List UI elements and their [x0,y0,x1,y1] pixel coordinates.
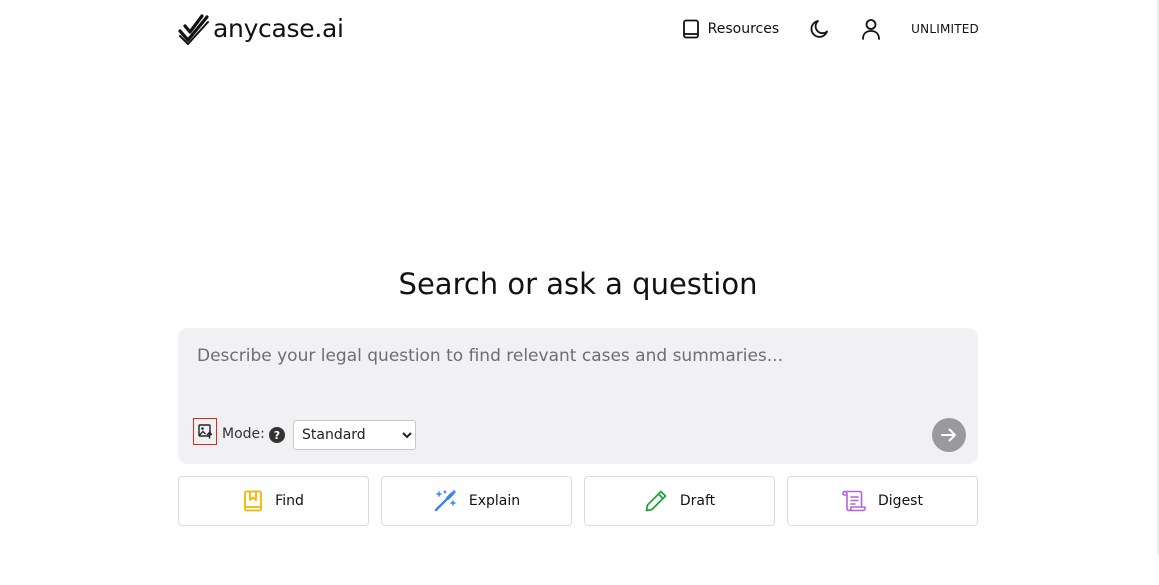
resources-label: Resources [707,21,780,37]
arrow-right-icon [941,428,956,442]
user-icon [862,19,881,40]
bookmark-book-icon [244,490,263,512]
draft-label: Draft [679,493,716,509]
digest-label: Digest [878,493,923,509]
explain-card[interactable]: Explain [381,476,572,526]
find-label: Find [275,493,304,509]
question-input[interactable] [197,346,957,416]
pencil-icon [645,490,667,512]
account-button[interactable] [861,18,881,40]
help-icon[interactable]: ? [269,427,285,443]
scroll-icon [842,490,866,512]
mode-select[interactable]: Standard [293,420,416,450]
page-title: Search or ask a question [398,267,758,301]
magic-wand-icon [434,489,457,512]
moon-icon [810,20,829,38]
digest-card[interactable]: Digest [787,476,978,526]
mode-label: Mode: [222,426,265,442]
resources-link[interactable]: Resources [682,19,780,39]
checks-logo-icon [178,14,209,45]
book-icon [682,19,699,39]
explain-label: Explain [468,493,521,509]
find-card[interactable]: Find [178,476,369,526]
draft-card[interactable]: Draft [584,476,775,526]
image-upload-icon [197,424,212,439]
plan-badge[interactable]: UNLIMITED [911,22,979,36]
brand-logo[interactable]: anycase.ai [178,12,344,46]
search-box: Mode: ? Standard [178,328,978,464]
image-upload-button[interactable] [193,418,217,445]
theme-toggle-button[interactable] [809,18,831,40]
top-nav: Resources UNLIMITED [682,14,979,44]
submit-button[interactable] [932,418,966,452]
brand-name: anycase.ai [213,14,344,43]
